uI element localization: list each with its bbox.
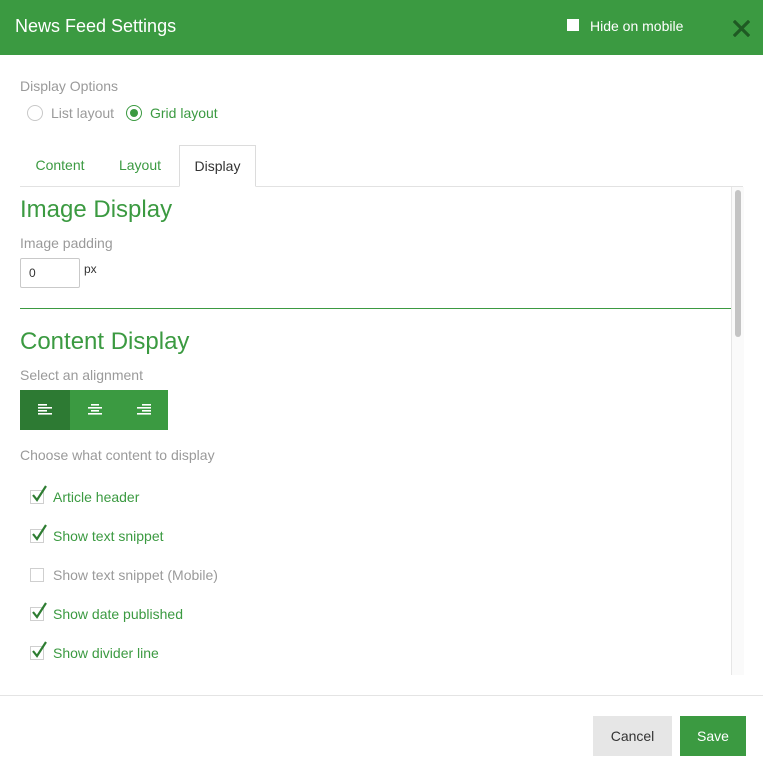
align-right-icon bbox=[137, 404, 151, 415]
footer-divider bbox=[0, 695, 763, 696]
section-divider bbox=[20, 308, 731, 309]
tab-layout[interactable]: Layout bbox=[100, 145, 180, 186]
hide-on-mobile-checkbox[interactable] bbox=[567, 19, 579, 31]
show-text-snippet-label: Show text snippet bbox=[53, 528, 164, 544]
show-text-snippet-mobile-label: Show text snippet (Mobile) bbox=[53, 567, 218, 583]
show-date-published-label: Show date published bbox=[53, 606, 183, 622]
list-layout-label[interactable]: List layout bbox=[51, 105, 114, 121]
grid-layout-radio[interactable] bbox=[126, 105, 142, 121]
align-left-icon bbox=[38, 404, 52, 415]
tab-display[interactable]: Display bbox=[179, 145, 256, 187]
article-header-label: Article header bbox=[53, 489, 140, 505]
settings-scroll-area[interactable]: Image Display Image padding px Content D… bbox=[0, 187, 763, 675]
hide-on-mobile-label: Hide on mobile bbox=[590, 18, 684, 34]
scrollbar-thumb[interactable] bbox=[735, 190, 741, 337]
list-layout-radio[interactable] bbox=[27, 105, 43, 121]
checkmark-icon bbox=[32, 641, 47, 658]
dialog-title: News Feed Settings bbox=[15, 16, 177, 36]
close-icon[interactable] bbox=[733, 20, 750, 37]
show-divider-line-label: Show divider line bbox=[53, 645, 159, 661]
align-center-button[interactable] bbox=[70, 390, 120, 430]
choose-content-label: Choose what content to display bbox=[20, 447, 215, 463]
display-options-label: Display Options bbox=[20, 78, 119, 94]
tab-content[interactable]: Content bbox=[20, 145, 100, 186]
align-right-button[interactable] bbox=[119, 390, 169, 430]
image-padding-input[interactable] bbox=[20, 258, 80, 288]
content-display-heading: Content Display bbox=[20, 328, 190, 355]
checkmark-icon bbox=[32, 602, 47, 619]
alignment-label: Select an alignment bbox=[20, 367, 143, 383]
dialog-header: News Feed Settings Hide on mobile bbox=[0, 0, 763, 55]
image-display-heading: Image Display bbox=[20, 196, 173, 223]
align-center-icon bbox=[88, 404, 102, 415]
checkmark-icon bbox=[32, 485, 47, 502]
alignment-button-group bbox=[20, 390, 168, 430]
save-button[interactable]: Save bbox=[680, 716, 746, 756]
image-padding-unit: px bbox=[84, 262, 97, 276]
cancel-button[interactable]: Cancel bbox=[593, 716, 672, 756]
image-padding-label: Image padding bbox=[20, 235, 113, 251]
checkmark-icon bbox=[32, 524, 47, 541]
align-left-button[interactable] bbox=[20, 390, 70, 430]
show-text-snippet-mobile-checkbox[interactable] bbox=[30, 568, 44, 582]
grid-layout-label[interactable]: Grid layout bbox=[150, 105, 218, 121]
